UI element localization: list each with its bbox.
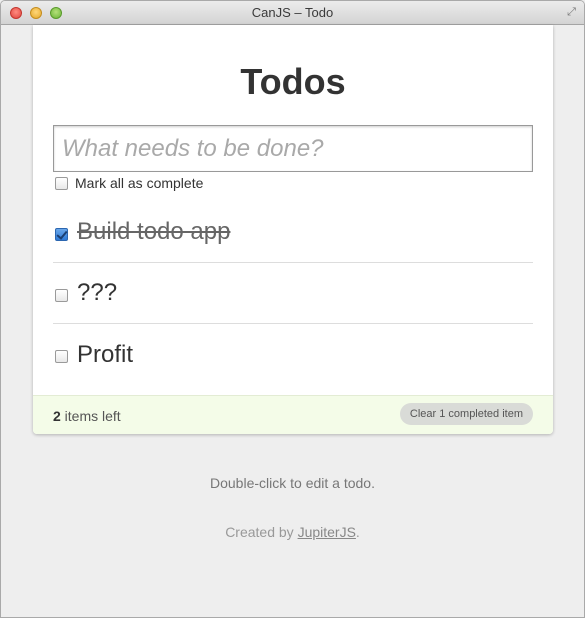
- credit-line: Created by JupiterJS.: [1, 524, 584, 540]
- new-todo-input[interactable]: [53, 125, 533, 172]
- todo-app: Todos Mark all as complete Build todo ap…: [33, 25, 553, 434]
- items-left-count: 2 items left: [53, 408, 121, 424]
- toggle-all-label: Mark all as complete: [75, 175, 204, 191]
- toggle-all-checkbox[interactable]: [55, 176, 68, 190]
- credit-prefix: Created by: [225, 524, 298, 540]
- app-window: CanJS – Todo ⤢ Todos Mark all as complet…: [0, 0, 585, 618]
- todo-label[interactable]: ???: [77, 279, 117, 307]
- todo-label[interactable]: Profit: [77, 341, 133, 369]
- items-left-number: 2: [53, 408, 61, 424]
- jupiterjs-link[interactable]: JupiterJS: [298, 524, 356, 540]
- todo-footer: 2 items left Clear 1 completed item: [33, 395, 553, 434]
- todo-list: Build todo app ??? Profit: [53, 202, 533, 385]
- toggle-all-row[interactable]: Mark all as complete: [55, 175, 203, 191]
- page-title: Todos: [240, 61, 346, 102]
- todo-item[interactable]: Build todo app: [53, 202, 533, 263]
- window-title: CanJS – Todo: [251, 5, 334, 20]
- credit-suffix: .: [355, 524, 360, 540]
- title-bar: CanJS – Todo ⤢: [1, 1, 584, 25]
- todo-item[interactable]: Profit: [53, 324, 533, 385]
- edit-hint: Double-click to edit a todo.: [210, 475, 375, 491]
- todo-item[interactable]: ???: [53, 263, 533, 324]
- fullscreen-icon[interactable]: ⤢: [565, 6, 578, 19]
- todo-checkbox[interactable]: [55, 227, 68, 241]
- items-left-text: items left: [60, 408, 121, 424]
- todo-label[interactable]: Build todo app: [77, 218, 230, 246]
- todo-checkbox[interactable]: [55, 288, 68, 302]
- todo-checkbox[interactable]: [55, 350, 68, 363]
- clear-completed-button[interactable]: Clear 1 completed item: [399, 403, 533, 425]
